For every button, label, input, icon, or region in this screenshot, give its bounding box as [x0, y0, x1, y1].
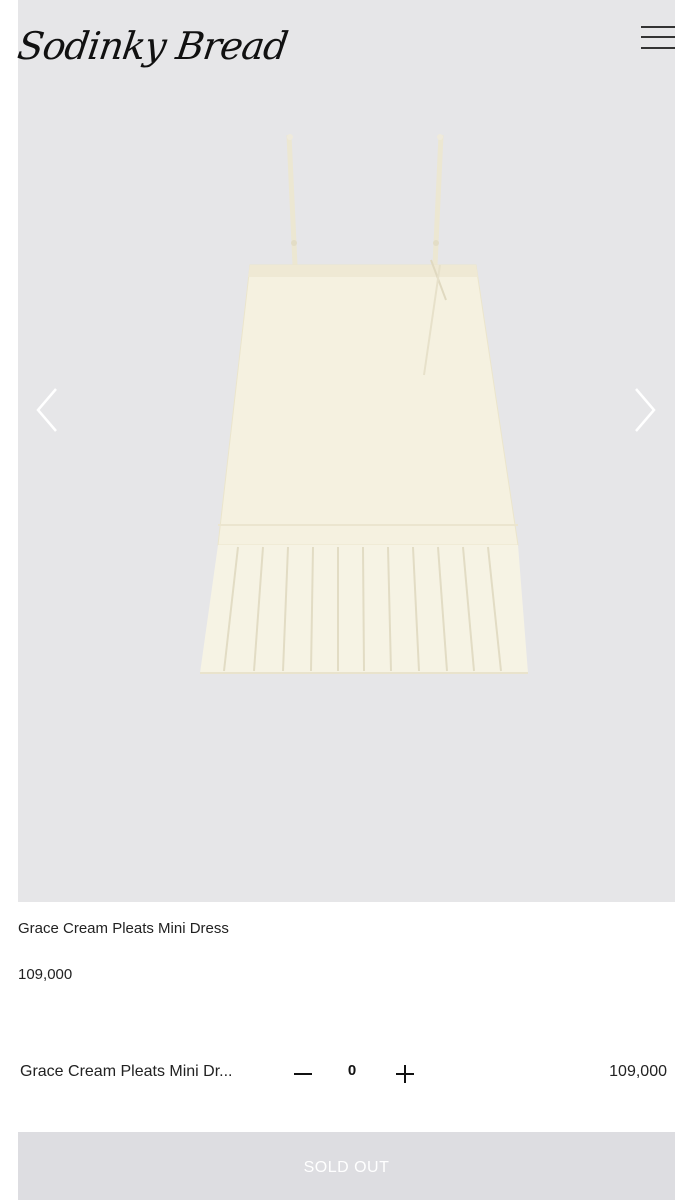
option-price: 109,000 — [609, 1063, 667, 1080]
chevron-left-icon — [36, 388, 57, 432]
previous-image-button[interactable] — [32, 385, 62, 435]
hamburger-menu-icon — [641, 26, 675, 28]
product-image — [200, 134, 528, 674]
product-page: Sodinky Bread Grace Cream Pleats Mini Dr… — [0, 0, 693, 1200]
hamburger-menu-icon-bar — [641, 36, 675, 38]
option-name: Grace Cream Pleats Mini Dr... — [20, 1063, 233, 1080]
product-image-gallery[interactable] — [18, 0, 675, 902]
sold-out-button[interactable]: SOLD OUT — [18, 1132, 675, 1200]
minus-icon — [294, 1073, 312, 1075]
selected-option-row: Grace Cream Pleats Mini Dr... 0 109,000 — [18, 1056, 675, 1090]
plus-icon — [396, 1065, 414, 1083]
menu-button[interactable] — [639, 24, 675, 52]
quantity-decrease-button[interactable] — [290, 1060, 316, 1086]
brand-logo[interactable]: Sodinky Bread — [15, 24, 290, 68]
product-price: 109,000 — [18, 966, 73, 983]
hamburger-menu-icon-bar — [641, 47, 675, 49]
chevron-right-icon — [635, 388, 656, 432]
quantity-increase-button[interactable] — [392, 1060, 418, 1086]
product-title: Grace Cream Pleats Mini Dress — [18, 920, 229, 937]
next-image-button[interactable] — [630, 385, 660, 435]
quantity-value[interactable]: 0 — [340, 1062, 364, 1079]
